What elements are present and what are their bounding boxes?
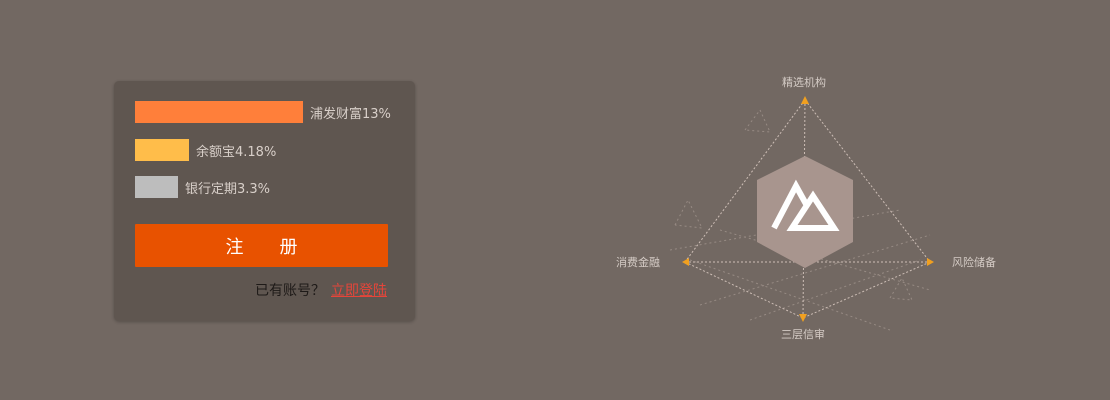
register-panel: 浦发财富13% 余额宝4.18% 银行定期3.3% 注册 已有账号？ 立即登陆	[114, 81, 415, 321]
login-link[interactable]: 立即登陆	[331, 283, 387, 299]
label-three-tier-review: 三层信审	[781, 328, 825, 341]
rate-label-bank-deposit: 银行定期3.3%	[185, 181, 271, 197]
rate-row-bank-deposit: 银行定期3.3%	[135, 176, 270, 198]
rate-row-spdb: 浦发财富13%	[135, 101, 391, 123]
label-consumer-finance: 消费金融	[616, 256, 660, 269]
feature-diagram: 精选机构 消费金融 风险储备 三层信审	[600, 60, 1020, 360]
rate-label-spdb: 浦发财富13%	[310, 106, 391, 122]
login-prompt-line: 已有账号？ 立即登陆	[255, 280, 387, 300]
label-risk-reserve: 风险储备	[952, 256, 996, 269]
rate-label-yuebao: 余额宝4.18%	[196, 144, 277, 160]
label-selected-institutions: 精选机构	[782, 76, 826, 89]
rate-bar-bank-deposit	[135, 176, 178, 198]
login-prompt-text: 已有账号？	[255, 283, 325, 299]
rate-bar-spdb	[135, 101, 303, 123]
diagram-graphic	[669, 96, 934, 331]
rate-row-yuebao: 余额宝4.18%	[135, 139, 276, 161]
register-button[interactable]: 注册	[135, 224, 388, 267]
rate-bar-yuebao	[135, 139, 189, 161]
